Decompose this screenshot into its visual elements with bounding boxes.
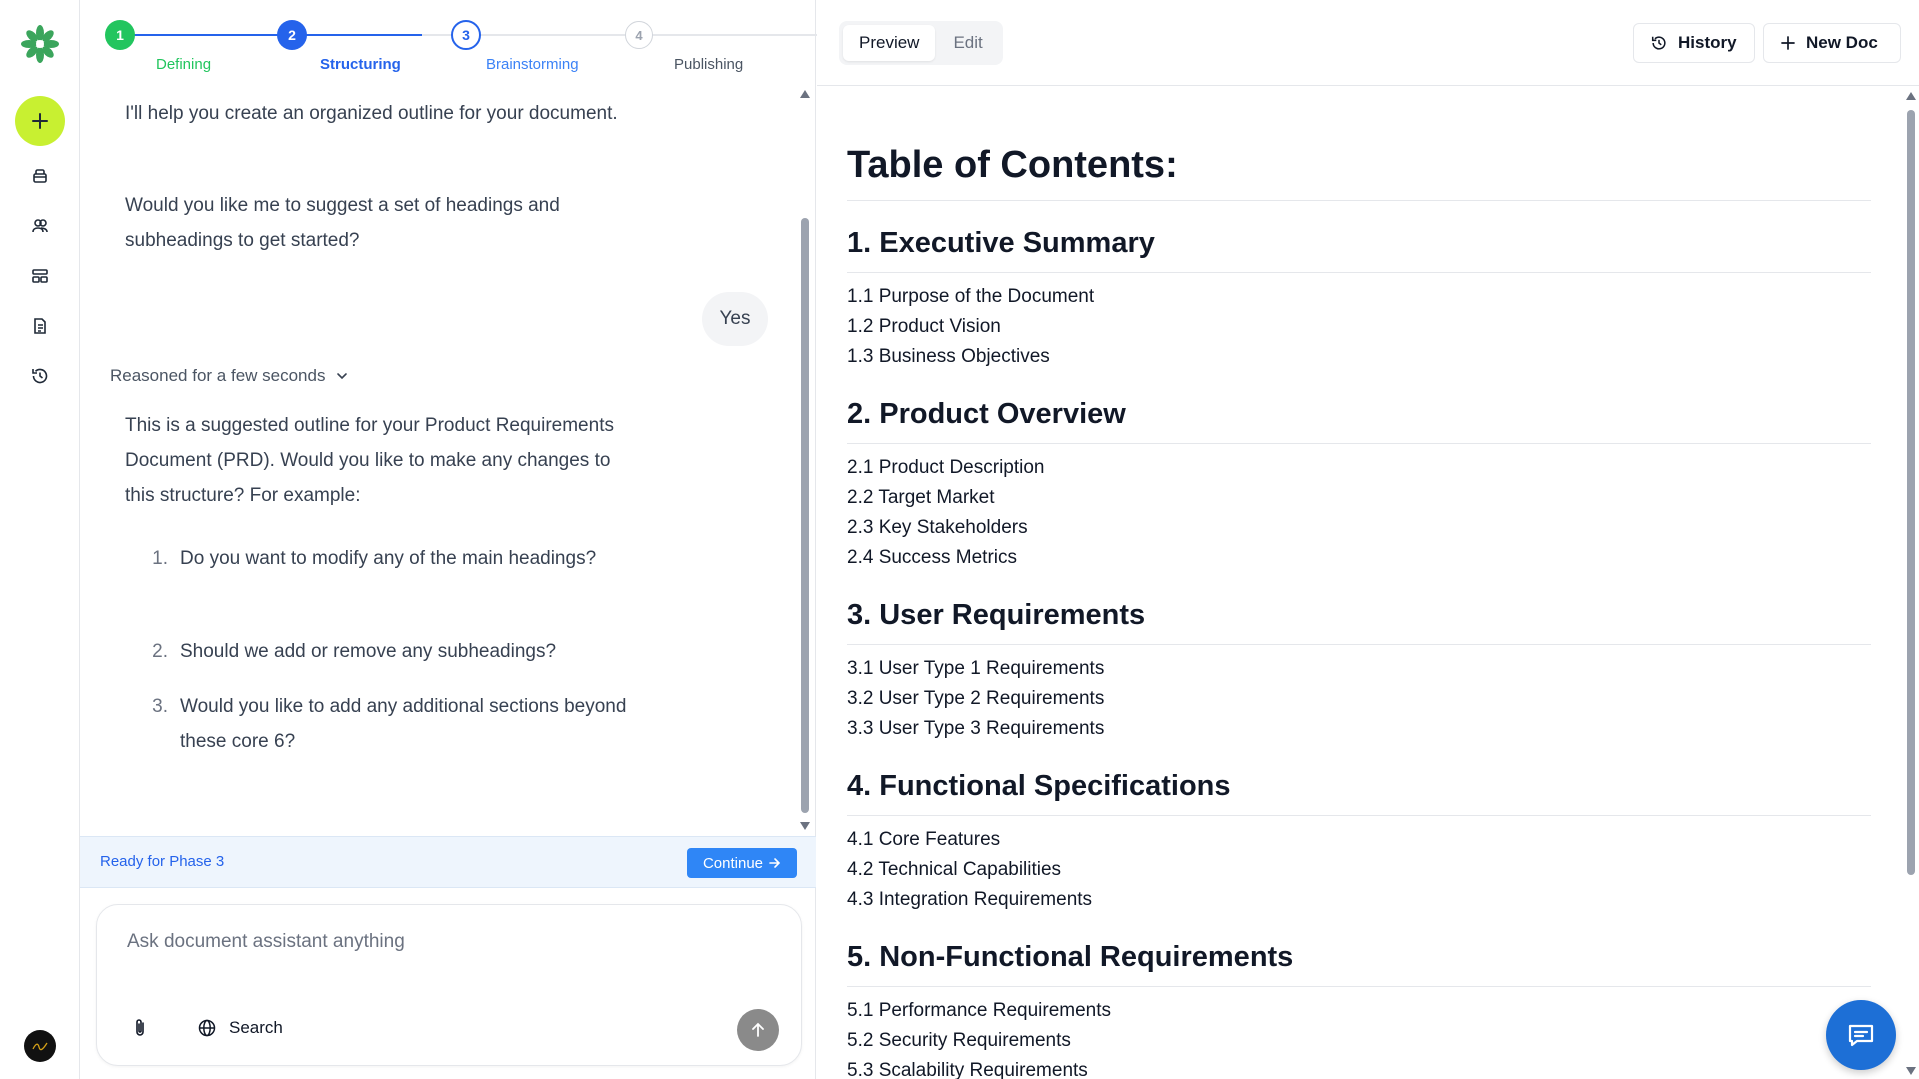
phase-status-text: Ready for Phase 3 xyxy=(100,853,225,870)
icon-rail xyxy=(0,0,80,1079)
reasoning-toggle[interactable]: Reasoned for a few seconds xyxy=(110,366,349,386)
chat-messages[interactable]: I'll help you create an organized outlin… xyxy=(80,86,800,836)
document-toolbar: Preview Edit History New Doc xyxy=(817,0,1919,86)
archive-icon[interactable] xyxy=(28,164,52,188)
step-1-circle[interactable]: 1 xyxy=(105,20,135,50)
list-item: 1. Do you want to modify any of the main… xyxy=(152,548,597,569)
toc-item: 4.2 Technical Capabilities xyxy=(847,859,1062,880)
plus-icon xyxy=(32,113,48,129)
app-logo-icon[interactable] xyxy=(20,24,60,64)
step-connector xyxy=(120,34,292,36)
plus-icon xyxy=(1781,36,1795,50)
step-4-label: Publishing xyxy=(674,56,744,73)
document-icon[interactable] xyxy=(28,314,52,338)
section-heading: 2. Product Overview xyxy=(847,398,1126,430)
history-icon xyxy=(1651,36,1666,50)
divider xyxy=(847,644,1871,645)
toc-item: 5.3 Scalability Requirements xyxy=(847,1060,1088,1079)
scroll-up-arrow[interactable] xyxy=(800,90,810,98)
document-scrollbar[interactable] xyxy=(1902,88,1919,1079)
section-heading: 4. Functional Specifications xyxy=(847,770,1231,802)
toc-item: 3.2 User Type 2 Requirements xyxy=(847,688,1105,709)
section-heading: 3. User Requirements xyxy=(847,599,1146,631)
reasoning-label: Reasoned for a few seconds xyxy=(110,366,326,385)
list-item: 3. Would you like to add any additional … xyxy=(152,696,627,752)
assistant-message: This is a suggested outline for your Pro… xyxy=(125,415,614,506)
view-mode-toggle: Preview Edit xyxy=(839,21,1003,65)
toc-item: 1.2 Product Vision xyxy=(847,316,1001,337)
message-icon xyxy=(1848,1024,1874,1047)
scroll-down-arrow[interactable] xyxy=(1906,1067,1916,1075)
toc-item: 2.3 Key Stakeholders xyxy=(847,517,1028,538)
scrollbar-thumb[interactable] xyxy=(801,218,809,813)
divider xyxy=(847,815,1871,816)
templates-icon[interactable] xyxy=(28,264,52,288)
web-search-toggle[interactable]: Search xyxy=(197,1013,283,1043)
history-icon[interactable] xyxy=(28,364,52,388)
toc-item: 4.3 Integration Requirements xyxy=(847,889,1093,910)
tab-edit[interactable]: Edit xyxy=(937,25,998,61)
arrow-up-icon xyxy=(752,1022,764,1037)
phase-stepper: 1 2 3 4 Defining Structuring Brainstormi… xyxy=(80,0,842,86)
toc-item: 2.1 Product Description xyxy=(847,457,1045,478)
attach-button[interactable] xyxy=(127,1015,153,1041)
scrollbar-thumb[interactable] xyxy=(1907,110,1915,875)
list-item: 2. Should we add or remove any subheadin… xyxy=(152,641,557,662)
toc-item: 2.4 Success Metrics xyxy=(847,547,1017,568)
assistant-message: Would you like me to suggest a set of he… xyxy=(125,195,560,251)
step-1-label: Defining xyxy=(156,56,212,73)
chevron-down-icon xyxy=(337,373,348,380)
history-button[interactable]: History xyxy=(1633,23,1755,63)
users-icon[interactable] xyxy=(28,214,52,238)
arrow-right-icon xyxy=(769,858,781,868)
toc-item: 5.1 Performance Requirements xyxy=(847,1000,1112,1021)
globe-icon xyxy=(198,1019,216,1037)
toc-item: 3.1 User Type 1 Requirements xyxy=(847,658,1105,679)
chat-input[interactable] xyxy=(127,931,767,953)
step-2-circle[interactable]: 2 xyxy=(277,20,307,50)
avatar[interactable] xyxy=(24,1030,56,1062)
send-button[interactable] xyxy=(737,1009,779,1051)
section-heading: 5. Non-Functional Requirements xyxy=(847,941,1294,973)
new-doc-button[interactable]: New Doc xyxy=(1763,23,1901,63)
scroll-down-arrow[interactable] xyxy=(800,822,810,830)
chat-panel: 1 2 3 4 Defining Structuring Brainstormi… xyxy=(80,0,842,1079)
toc-title: Table of Contents: xyxy=(847,144,1178,186)
toc-item: 5.2 Security Requirements xyxy=(847,1030,1071,1051)
tab-preview[interactable]: Preview xyxy=(843,25,936,61)
step-3-circle[interactable]: 3 xyxy=(451,20,481,50)
step-connector xyxy=(292,34,422,36)
continue-button[interactable]: Continue xyxy=(687,848,797,878)
step-4-circle[interactable]: 4 xyxy=(625,21,653,49)
chat-scrollbar[interactable] xyxy=(798,88,812,833)
divider xyxy=(847,443,1871,444)
step-2-label: Structuring xyxy=(320,56,401,73)
toc-item: 1.1 Purpose of the Document xyxy=(847,286,1095,307)
message-composer: Search xyxy=(96,904,802,1066)
toc-item: 4.1 Core Features xyxy=(847,829,1001,850)
assistant-message: I'll help you create an organized outlin… xyxy=(125,103,618,124)
toc-item: 2.2 Target Market xyxy=(847,487,995,508)
phase-banner: Ready for Phase 3 Continue xyxy=(80,836,816,888)
divider xyxy=(847,200,1871,201)
document-panel: Preview Edit History New Doc Table of Co… xyxy=(817,0,1919,1079)
document-preview[interactable]: Table of Contents: 1. Executive Summary … xyxy=(817,86,1902,1079)
step-3-label: Brainstorming xyxy=(486,56,579,73)
user-message: Yes xyxy=(702,292,768,346)
section-heading: 1. Executive Summary xyxy=(847,227,1155,259)
support-chat-button[interactable] xyxy=(1826,1000,1896,1070)
divider xyxy=(847,272,1871,273)
toc-item: 1.3 Business Objectives xyxy=(847,346,1050,367)
divider xyxy=(847,986,1871,987)
toc-item: 3.3 User Type 3 Requirements xyxy=(847,718,1105,739)
scroll-up-arrow[interactable] xyxy=(1906,92,1916,100)
new-chat-button[interactable] xyxy=(15,96,65,146)
paperclip-icon xyxy=(136,1019,144,1036)
